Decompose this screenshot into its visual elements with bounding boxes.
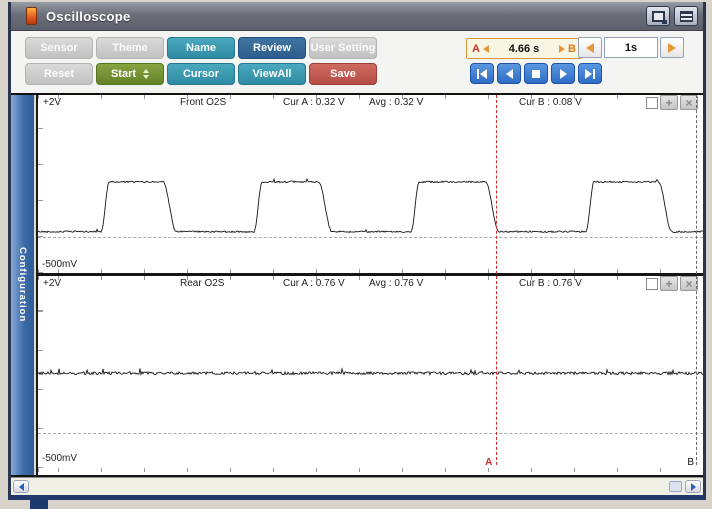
cursor-b-label: B [687,457,694,468]
cursor-a-label: A [485,457,492,468]
voltage-ticks [38,276,43,472]
play-icon [560,69,567,79]
channel-checkbox[interactable] [646,278,658,290]
step-back-button[interactable] [497,63,521,84]
channel-panel-rear-o2s: +2V Rear O2S Cur A : 0.76 V Avg : 0.76 V… [38,276,703,472]
left-arrow-icon [586,43,594,53]
stop-icon [532,70,540,78]
timebase-decrease-button[interactable] [578,37,602,58]
reset-button[interactable]: Reset [25,63,93,85]
channel-checkbox[interactable] [646,97,658,109]
timebase-increase-button[interactable] [660,37,684,58]
stop-button[interactable] [524,63,548,84]
scale-top-label: +2V [43,97,61,108]
tile-windows-icon [680,11,693,22]
close-icon: × [685,278,692,290]
titlebar: Oscilloscope [11,2,703,31]
tile-windows-button[interactable] [674,6,698,26]
scroll-right-button[interactable] [685,480,701,493]
right-arrow-icon [668,43,676,53]
name-button[interactable]: Name [167,37,235,59]
sensor-button[interactable]: Sensor [25,37,93,59]
skip-end-button[interactable] [578,63,602,84]
cascade-windows-icon [652,11,665,22]
cursor-a-readout: Cur A : 0.76 V [283,278,345,289]
timebase-stepper: 1s [578,37,684,58]
content-area: Configuration +2V Front O2S Cur A : 0.32… [11,95,703,477]
cursor-b-line[interactable] [696,95,697,465]
cursor-b-arrow-icon[interactable] [559,45,565,53]
zoom-channel-button[interactable]: + [660,95,678,110]
start-button[interactable]: Start [96,63,164,85]
start-button-label: Start [111,68,136,80]
scroll-right-icon [691,483,696,491]
zoom-channel-button[interactable]: + [660,276,678,291]
scale-bottom-label: -500mV [42,453,77,464]
configuration-tab-label: Configuration [17,247,28,322]
cursor-b-tag: B [568,43,576,55]
cursor-a-arrow-icon[interactable] [483,45,489,53]
plus-icon: + [665,278,672,290]
cursor-button[interactable]: Cursor [167,63,235,85]
playback-controls [470,63,602,84]
cursor-b-readout: Cur B : 0.76 V [519,278,582,289]
channel-panel-front-o2s: +2V Front O2S Cur A : 0.32 V Avg : 0.32 … [38,95,703,276]
background-window-peek [30,500,48,509]
plus-icon: + [665,97,672,109]
scale-bottom-label: -500mV [42,259,77,270]
oscilloscope-window: Oscilloscope Sensor Theme Name Review Us… [8,2,706,500]
average-readout: Avg : 0.76 V [369,278,423,289]
scale-top-label: +2V [43,278,61,289]
play-button[interactable] [551,63,575,84]
scroll-left-button[interactable] [13,480,29,493]
front-o2s-waveform [38,95,703,273]
step-back-icon [506,69,513,79]
ab-delta-value: 4.66 s [492,43,556,55]
channel-name: Front O2S [180,97,226,108]
skip-end-icon [585,69,592,79]
panel-header: +2V Rear O2S Cur A : 0.76 V Avg : 0.76 V… [38,278,703,293]
cursor-a-readout: Cur A : 0.32 V [283,97,345,108]
channel-name: Rear O2S [180,278,224,289]
skip-start-icon [477,69,479,79]
scroll-left-icon [19,483,24,491]
save-button[interactable]: Save [309,63,377,85]
zero-volt-gridline [38,237,703,238]
panel-header: +2V Front O2S Cur A : 0.32 V Avg : 0.32 … [38,97,703,112]
theme-button[interactable]: Theme [96,37,164,59]
time-ticks-bottom [38,269,703,273]
user-setting-button[interactable]: User Setting [309,37,377,59]
zero-volt-gridline [38,433,703,434]
close-icon: × [685,97,692,109]
rear-o2s-waveform [38,276,703,472]
cursor-a-line[interactable] [496,95,497,465]
average-readout: Avg : 0.32 V [369,97,423,108]
timebase-field[interactable]: 1s [604,37,658,58]
scroll-thumb[interactable] [669,481,682,492]
cursor-a-tag: A [472,43,480,55]
start-spinner-icon [143,69,149,79]
configuration-tab[interactable]: Configuration [11,95,36,475]
plot-area: +2V Front O2S Cur A : 0.32 V Avg : 0.32 … [36,95,703,475]
toolbar: Sensor Theme Name Review User Setting Re… [11,31,703,95]
horizontal-scrollbar[interactable] [11,477,703,495]
skip-start-button[interactable] [470,63,494,84]
ab-time-box: A 4.66 s B [466,38,582,59]
app-icon [26,7,37,25]
viewall-button[interactable]: ViewAll [238,63,306,85]
cursor-b-readout: Cur B : 0.08 V [519,97,582,108]
time-ticks-bottom [38,468,703,472]
review-button[interactable]: Review [238,37,306,59]
window-title: Oscilloscope [46,9,131,24]
voltage-ticks [38,95,43,273]
cascade-windows-button[interactable] [646,6,670,26]
